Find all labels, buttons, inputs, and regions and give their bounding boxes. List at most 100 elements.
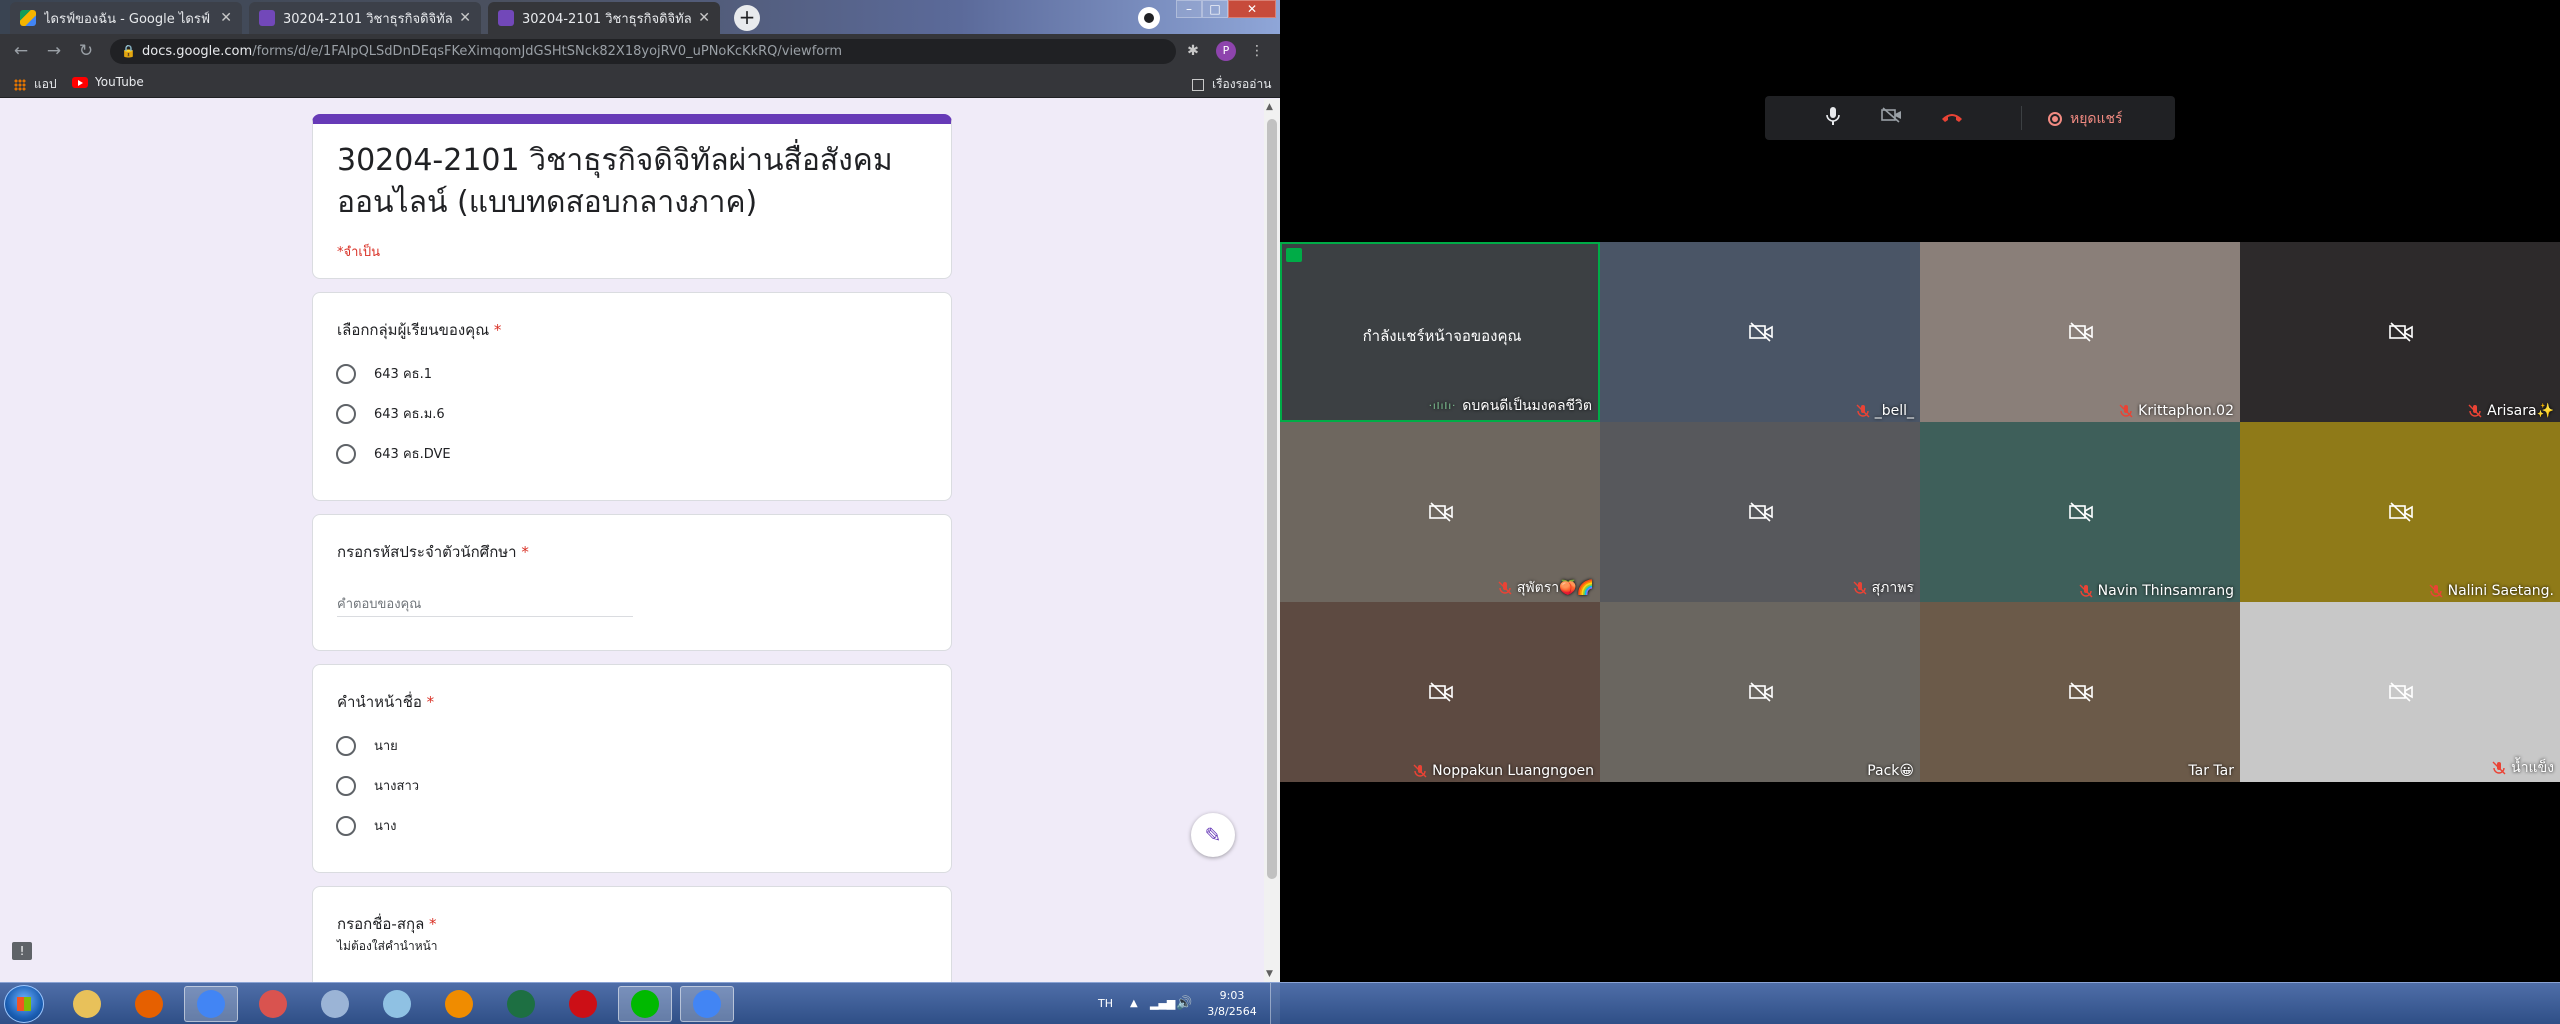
tab-search-icon[interactable] <box>1138 7 1160 29</box>
tab-google-drive[interactable]: ไดรฟ์ของฉัน - Google ไดรฟ์ ✕ <box>10 2 242 34</box>
address-bar[interactable]: 🔒 docs.google.com/forms/d/e/1FAIpQLSdDnD… <box>110 39 1176 64</box>
participant-tile[interactable]: Noppakun Luangngoen <box>1280 602 1600 782</box>
participant-tile[interactable]: Pack😀 <box>1600 602 1920 782</box>
scroll-thumb[interactable] <box>1267 119 1277 879</box>
google-forms-icon <box>498 10 514 26</box>
participant-name-label: Arisara✨ <box>2487 403 2554 419</box>
taskbar-app-button[interactable] <box>618 986 672 1022</box>
menu-kebab-icon[interactable]: ⋮ <box>1248 42 1266 60</box>
excel-icon <box>507 990 535 1018</box>
close-icon[interactable]: ✕ <box>459 10 471 26</box>
radio-option[interactable]: 643 คธ.ม.6 <box>336 403 445 424</box>
participant-tile[interactable]: Krittaphon.02 <box>1920 242 2240 422</box>
bookmark-reading-list[interactable]: เรื่องรออ่าน <box>1192 75 1271 94</box>
camera-off-icon <box>2388 502 2414 522</box>
participant-tile[interactable]: Arisara✨ <box>2240 242 2560 422</box>
taskbar-app-button[interactable] <box>370 986 424 1022</box>
radio-button[interactable] <box>336 443 356 464</box>
bookmark-apps[interactable]: แอป <box>14 75 57 94</box>
tray-expand-icon[interactable]: ▲ <box>1130 983 1138 1024</box>
reading-list-icon <box>1192 78 1204 91</box>
new-tab-button[interactable]: + <box>734 5 760 31</box>
profile-avatar[interactable]: P <box>1216 41 1236 61</box>
taskbar-app-button[interactable] <box>432 986 486 1022</box>
microphone-button[interactable] <box>1820 106 1846 130</box>
required-note: *จำเป็น <box>337 245 380 260</box>
back-arrow-icon[interactable]: ← <box>10 40 32 62</box>
self-tile-screen-share[interactable]: กำลังแชร์หน้าจอของคุณ ·ıIıIı· ดบคนดีเป็นมง… <box>1280 242 1600 422</box>
participant-tile[interactable]: Nalini Saetang. <box>2240 422 2560 602</box>
question-title: กรอกชื่อ-สกุล * <box>337 915 437 933</box>
maximize-button[interactable]: □ <box>1202 0 1228 18</box>
volume-icon[interactable]: 🔊 <box>1176 983 1192 1024</box>
camera-off-icon <box>1748 322 1774 342</box>
participant-name-label: Pack😀 <box>1867 763 1914 779</box>
participant-name: Krittaphon.02 <box>2119 403 2234 419</box>
tab-forms-2[interactable]: 30204-2101 วิชาธุรกิจดิจิทัลผ่านสื่อ ✕ <box>488 2 720 34</box>
taskbar-app-button[interactable] <box>680 986 734 1022</box>
participant-name: Nalini Saetang. <box>2429 583 2554 599</box>
radio-button[interactable] <box>336 815 356 836</box>
feedback-icon[interactable]: ! <box>12 942 32 960</box>
scroll-down-arrow-icon[interactable]: ▼ <box>1266 969 1273 979</box>
participant-name-label: Krittaphon.02 <box>2138 403 2234 419</box>
stop-sharing-button[interactable]: หยุดแชร์ <box>2048 108 2123 130</box>
participant-tile[interactable]: Navin Thinsamrang <box>1920 422 2240 602</box>
show-desktop-button[interactable] <box>1270 983 1280 1024</box>
language-indicator[interactable]: TH <box>1098 983 1113 1024</box>
radio-button[interactable] <box>336 363 356 384</box>
radio-option[interactable]: นาย <box>336 735 398 756</box>
network-icon[interactable]: ▂▄▆ <box>1150 983 1175 1024</box>
chrome-icon <box>197 990 225 1018</box>
system-clock[interactable]: 9:03 3/8/2564 <box>1200 988 1264 1020</box>
tab-forms-1[interactable]: 30204-2101 วิชาธุรกิจดิจิทัลผ่านสื่อ ✕ <box>249 2 481 34</box>
radio-option[interactable]: นางสาว <box>336 775 419 796</box>
taskbar-app-button[interactable] <box>184 986 238 1022</box>
student-id-input[interactable] <box>337 593 633 617</box>
apps-grid-icon <box>14 78 26 91</box>
participant-tile[interactable]: _bell_ <box>1600 242 1920 422</box>
close-icon[interactable]: ✕ <box>698 10 710 26</box>
taskbar-app-button[interactable] <box>246 986 300 1022</box>
camera-off-icon <box>1748 682 1774 702</box>
bookmark-youtube[interactable]: YouTube <box>72 75 144 89</box>
radio-button[interactable] <box>336 775 356 796</box>
participant-tile[interactable]: น้ำแข็ง <box>2240 602 2560 782</box>
scroll-up-arrow-icon[interactable]: ▲ <box>1266 102 1273 112</box>
taskbar-app-button[interactable] <box>556 986 610 1022</box>
tab-label: 30204-2101 วิชาธุรกิจดิจิทัลผ่านสื่อ <box>283 11 453 27</box>
taskbar-app-button[interactable] <box>60 986 114 1022</box>
question-card-fullname: กรอกชื่อ-สกุล * ไม่ต้องใส่คำนำหน้า <box>312 886 952 982</box>
notepad-icon <box>383 990 411 1018</box>
radio-button[interactable] <box>336 735 356 756</box>
radio-option[interactable]: 643 คธ.1 <box>336 363 432 384</box>
participant-tile[interactable]: สุภาพร <box>1600 422 1920 602</box>
radio-option[interactable]: 643 คธ.DVE <box>336 443 451 464</box>
extensions-icon[interactable]: ✱ <box>1184 42 1202 60</box>
radio-button[interactable] <box>336 403 356 424</box>
taskbar-app-button[interactable] <box>122 986 176 1022</box>
reload-icon[interactable]: ↻ <box>75 40 97 62</box>
page-scrollbar[interactable]: ▲ ▼ <box>1264 99 1280 982</box>
question-title: เลือกกลุ่มผู้เรียนของคุณ * <box>337 321 502 339</box>
tab-label: 30204-2101 วิชาธุรกิจดิจิทัลผ่านสื่อ <box>522 11 692 27</box>
start-button-icon[interactable] <box>4 985 44 1023</box>
hang-up-button[interactable] <box>1939 106 1965 130</box>
control-divider <box>2021 106 2022 130</box>
camera-button[interactable] <box>1879 106 1905 130</box>
close-icon[interactable]: ✕ <box>220 10 232 26</box>
camera-off-icon <box>1428 502 1454 522</box>
mic-off-icon <box>2492 761 2506 775</box>
audio-level-icon: ·ıIıIı· <box>1428 400 1457 412</box>
minimize-button[interactable]: – <box>1176 0 1202 18</box>
forward-arrow-icon[interactable]: → <box>43 40 65 62</box>
taskbar-app-button[interactable] <box>308 986 362 1022</box>
participant-tile[interactable]: สุพัตรา🍑🌈 <box>1280 422 1600 602</box>
close-window-button[interactable]: ✕ <box>1228 0 1276 18</box>
bookmark-apps-label: แอป <box>34 77 57 91</box>
form-page: 30204-2101 วิชาธุรกิจดิจิทัลผ่านสื่อสังค… <box>0 99 1264 982</box>
radio-option[interactable]: นาง <box>336 815 397 836</box>
taskbar-app-button[interactable] <box>494 986 548 1022</box>
edit-pencil-icon[interactable]: ✎ <box>1191 813 1235 857</box>
participant-tile[interactable]: Tar Tar <box>1920 602 2240 782</box>
